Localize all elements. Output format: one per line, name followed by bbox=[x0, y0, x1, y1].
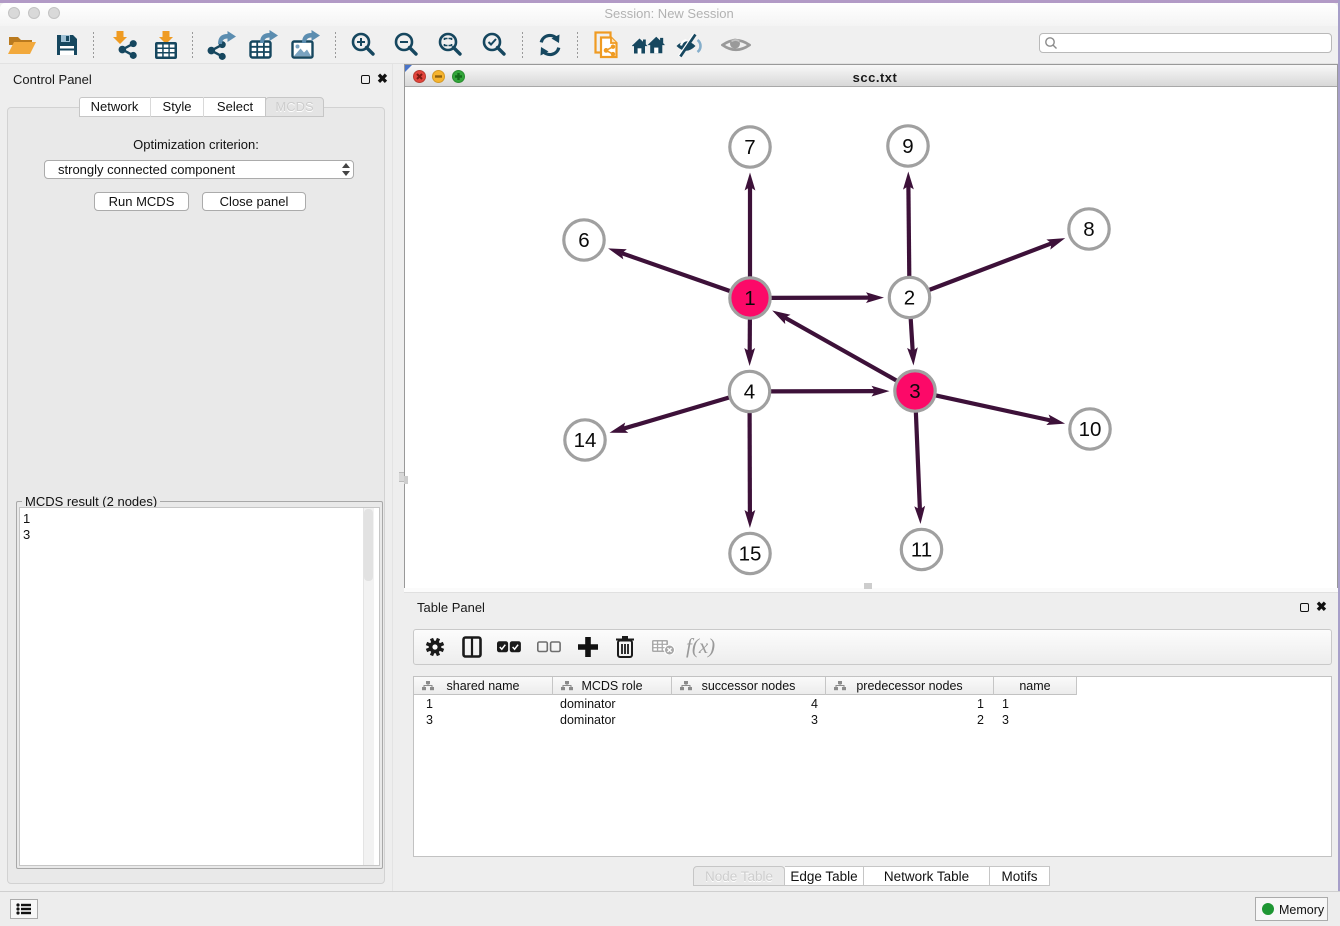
svg-text:14: 14 bbox=[574, 429, 597, 452]
svg-text:11: 11 bbox=[911, 539, 932, 562]
svg-text:2: 2 bbox=[904, 287, 915, 310]
svg-text:4: 4 bbox=[744, 381, 755, 404]
svg-text:1: 1 bbox=[744, 287, 755, 310]
svg-text:15: 15 bbox=[739, 543, 762, 566]
svg-text:10: 10 bbox=[1079, 418, 1102, 441]
svg-text:8: 8 bbox=[1083, 218, 1094, 241]
svg-text:6: 6 bbox=[578, 229, 589, 252]
svg-text:3: 3 bbox=[909, 380, 920, 403]
svg-text:9: 9 bbox=[902, 135, 913, 158]
svg-text:7: 7 bbox=[744, 136, 755, 159]
